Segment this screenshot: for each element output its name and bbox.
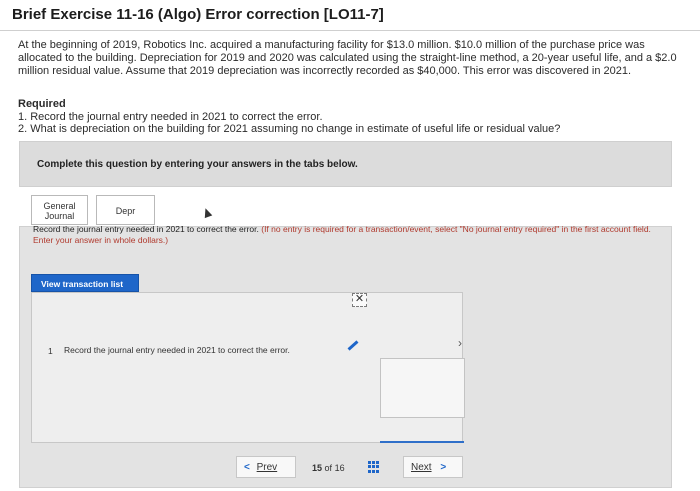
view-transaction-list-button[interactable]: View transaction list [31,274,139,292]
next-button[interactable]: Next > [403,456,463,478]
instruction-main: Record the journal entry needed in 2021 … [33,224,259,234]
prev-button[interactable]: < Prev [236,456,296,478]
entry-side-box [380,358,465,418]
entry-underline [380,441,464,443]
total-pages: 16 [334,463,345,473]
problem-text: At the beginning of 2019, Robotics Inc. … [18,39,677,77]
tab-general-journal[interactable]: General Journal [31,195,88,225]
grid-icon[interactable] [368,461,380,473]
title-divider [0,30,700,31]
of-label: of [324,463,333,473]
prev-label: Prev [256,462,278,473]
chevron-left-icon: < [244,462,250,473]
transaction-number: 1 [48,346,53,356]
tab-depr[interactable]: Depr [96,195,155,225]
tab-general-journal-line2: Journal [44,211,75,221]
instruction-text: Record the journal entry needed in 2021 … [33,224,653,245]
chevron-right-next-icon: > [440,462,447,473]
complete-question-panel: Complete this question by entering your … [19,141,672,187]
mouse-cursor-icon [201,206,213,219]
next-label: Next [411,462,432,473]
current-page: 15 [312,463,323,473]
close-icon[interactable]: ✕ [352,293,367,307]
tab-general-journal-line1: General [43,201,76,211]
required-item-1: 1. Record the journal entry needed in 20… [18,110,323,123]
transaction-text[interactable]: Record the journal entry needed in 2021 … [64,345,329,356]
required-section: Required 1. Record the journal entry nee… [18,98,560,136]
complete-question-label: Complete this question by entering your … [37,159,358,170]
page-title: Brief Exercise 11-16 (Algo) Error correc… [12,6,384,23]
chevron-right-icon[interactable]: › [458,336,462,350]
page-indicator: 15 of 16 [312,463,345,473]
required-item-2: 2. What is depreciation on the building … [18,123,561,135]
required-heading: Required [18,98,66,110]
